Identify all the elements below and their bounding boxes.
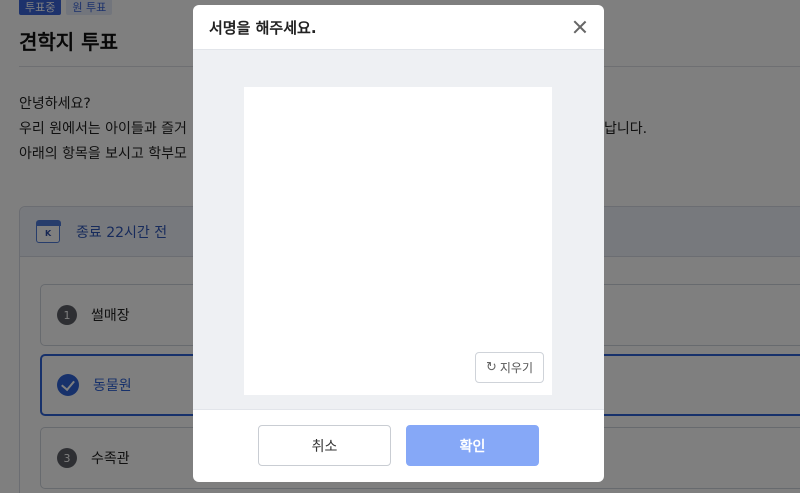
signature-modal: 서명을 해주세요. ↻ 지우기 취소 확인 <box>193 5 604 482</box>
modal-body: ↻ 지우기 <box>193 50 604 410</box>
clear-button-label: 지우기 <box>499 361 534 375</box>
modal-footer: 취소 확인 <box>193 411 604 482</box>
close-icon[interactable] <box>570 17 590 37</box>
cancel-button[interactable]: 취소 <box>258 425 391 466</box>
vote-page: 투표중 원 투표 견학지 투표 안녕하세요? 우리 원에서는 아이들과 즐거 아… <box>0 0 800 493</box>
modal-title: 서명을 해주세요. <box>209 18 317 37</box>
refresh-icon: ↻ <box>485 360 497 375</box>
confirm-button[interactable]: 확인 <box>406 425 539 466</box>
modal-header: 서명을 해주세요. <box>193 5 604 50</box>
clear-signature-button[interactable]: ↻ 지우기 <box>475 352 544 383</box>
signature-pad[interactable]: ↻ 지우기 <box>244 87 552 395</box>
